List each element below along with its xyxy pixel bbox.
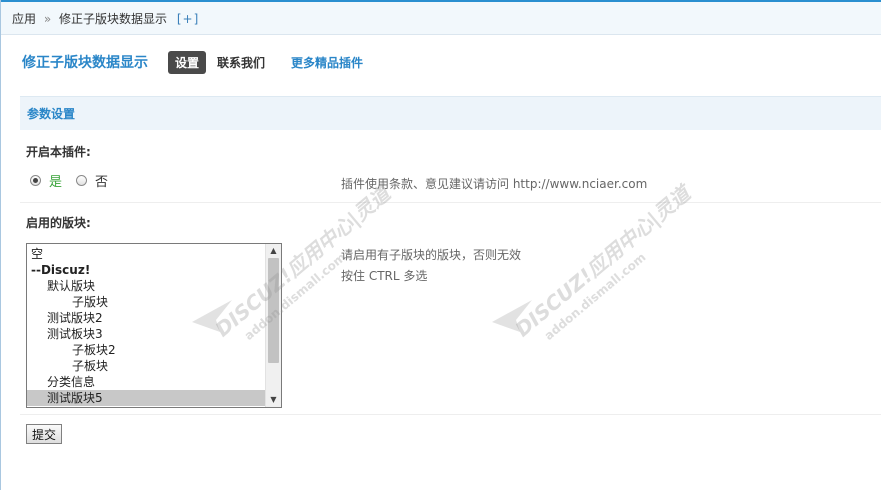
forum-option-classifieds[interactable]: 分类信息 (27, 374, 266, 390)
row-divider (20, 202, 881, 203)
submit-button[interactable]: 提交 (26, 424, 62, 444)
enable-no-radio[interactable] (76, 175, 88, 186)
forum-options: 空 --Discuz! 默认版块 子版块 测试版块2 测试板块3 子板块2 子板… (27, 246, 266, 406)
breadcrumb-current: 修正子版块数据显示 (59, 12, 168, 26)
enable-yes-label[interactable]: 是 (49, 171, 62, 190)
listbox-scrollbar[interactable]: ▲ ▼ (265, 244, 281, 407)
watermark: DISCUZ!应用中心|灵道 addon.dismall.com (508, 178, 706, 354)
forum-option-subforum2[interactable]: 子板块2 (27, 342, 266, 358)
forum-option-test5[interactable]: 测试版块5 (27, 390, 266, 406)
add-shortcut-link[interactable]: [+] (177, 12, 199, 26)
tab-contact-us[interactable]: 联系我们 (210, 51, 272, 74)
forums-tip-ctrl: 按住 CTRL 多选 (341, 269, 428, 283)
tab-more-plugins[interactable]: 更多精品插件 (284, 51, 370, 74)
enable-no-label[interactable]: 否 (95, 171, 108, 190)
forum-option-default[interactable]: 默认版块 (27, 278, 266, 294)
enable-plugin-radio-group: 是 否 (30, 171, 108, 190)
forum-option-subforum[interactable]: 子版块 (27, 294, 266, 310)
section-title: 参数设置 (27, 107, 76, 121)
scroll-down-arrow-icon[interactable]: ▼ (266, 393, 281, 407)
scrollbar-thumb[interactable] (268, 258, 279, 363)
forum-option-test3[interactable]: 测试板块3 (27, 326, 266, 342)
forum-option-discuz-group[interactable]: --Discuz! (27, 262, 266, 278)
forum-multiselect[interactable]: 空 --Discuz! 默认版块 子版块 测试版块2 测试板块3 子板块2 子板… (26, 243, 282, 408)
watermark-arrow-icon (492, 300, 532, 332)
forum-option-empty[interactable]: 空 (27, 246, 266, 262)
left-border (0, 0, 1, 490)
forum-option-test2[interactable]: 测试版块2 (27, 310, 266, 326)
forum-option-subforum-b[interactable]: 子板块 (27, 358, 266, 374)
breadcrumb: 应用 » 修正子版块数据显示 [+] (1, 2, 881, 35)
watermark-domain: addon.dismall.com (541, 250, 649, 343)
breadcrumb-root[interactable]: 应用 (12, 12, 36, 26)
plugin-title[interactable]: 修正子版块数据显示 (22, 52, 148, 72)
enable-yes-radio[interactable] (30, 175, 41, 186)
breadcrumb-separator: » (43, 12, 52, 26)
scroll-up-arrow-icon[interactable]: ▲ (266, 244, 281, 258)
plugin-terms-tip: 插件使用条款、意见建议请访问 http://www.nciaer.com (341, 177, 648, 191)
forums-tip-subforum: 请启用有子版块的版块，否则无效 (341, 248, 522, 262)
forums-label: 启用的版块: (26, 216, 91, 230)
section-header: 参数设置 (20, 96, 881, 130)
enable-plugin-label: 开启本插件: (26, 145, 91, 159)
tab-settings[interactable]: 设置 (168, 50, 207, 74)
plugin-header: 修正子版块数据显示 设置 联系我们 更多精品插件 (22, 50, 374, 74)
row-divider (20, 414, 881, 415)
